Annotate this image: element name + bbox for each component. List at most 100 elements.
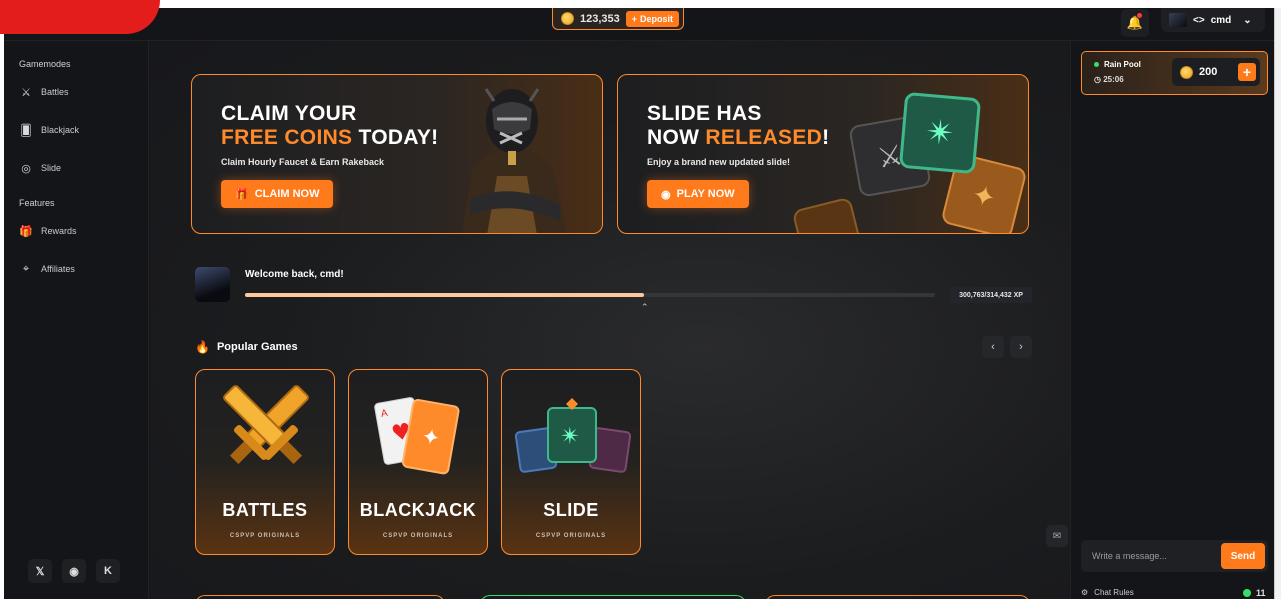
swords-icon: ⚔ [21, 86, 31, 99]
play-now-label: PLAY NOW [676, 188, 735, 200]
carousel-next-button[interactable]: › [1010, 336, 1032, 358]
crossed-swords-illustration [223, 385, 309, 465]
rain-pool-widget: Rain Pool ◷ 25:06 200 + [1081, 51, 1268, 95]
banner-title-line1: CLAIM YOUR [221, 102, 357, 125]
sidebar-item-affiliates[interactable]: ⌖ Affiliates [20, 263, 75, 275]
kick-icon: K [104, 565, 112, 577]
avatar [195, 267, 230, 302]
cards-icon: 🂠 [20, 124, 32, 137]
discord-icon: ◉ [69, 565, 79, 578]
balance-widget: 123,353 + Deposit [552, 8, 685, 30]
plus-icon: + [631, 13, 638, 24]
chat-message-input[interactable] [1081, 540, 1216, 572]
kick-social-button[interactable]: K [96, 559, 120, 583]
balance-amount: 123,353 [580, 12, 620, 25]
sidebar-item-label: Rewards [41, 226, 77, 236]
notification-dot [1137, 13, 1142, 18]
gift-icon: 🎁 [235, 188, 249, 201]
sidebar-item-label: Slide [41, 163, 62, 173]
sidebar: Gamemodes ⚔ Battles 🂠 Blackjack ◎ Slide … [4, 41, 149, 599]
game-name: BATTLES [222, 500, 308, 520]
xp-label: 300,763/314,432 XP [950, 287, 1032, 303]
claim-now-button[interactable]: 🎁 CLAIM NOW [221, 180, 334, 208]
game-name: SLIDE [543, 500, 599, 520]
online-count-value: 11 [1256, 588, 1266, 598]
popular-games-title: Popular Games [216, 341, 298, 353]
sidebar-item-label: Affiliates [41, 264, 75, 274]
banner-title-accent: RELEASED [705, 126, 823, 149]
popular-games-heading: 🔥 Popular Games [195, 340, 298, 354]
banner-subtitle: Claim Hourly Faucet & Earn Rakeback [221, 157, 385, 167]
rain-pool-title: Rain Pool [1094, 60, 1141, 69]
chevron-up-icon[interactable]: ⌃ [641, 302, 649, 313]
game-card-blackjack[interactable]: A ♥ ✦ BLACKJACK CSPVP ORIGINALS [348, 369, 488, 555]
carousel-prev-button[interactable]: ‹ [982, 336, 1004, 358]
banner-title-pre: NOW [647, 126, 706, 149]
fire-icon: 🔥 [195, 340, 210, 354]
banner-title: CLAIM YOUR FREE COINS TODAY! [221, 102, 438, 150]
sidebar-item-label: Battles [41, 87, 69, 97]
window-scrollbar[interactable] [1274, 8, 1281, 599]
playing-cards-illustration: A ♥ ✦ [374, 397, 460, 475]
claim-now-label: CLAIM NOW [254, 188, 320, 200]
banner-title-rest: ! [822, 126, 830, 149]
main-content: CLAIM YOUR FREE COINS TODAY! Claim Hourl… [150, 41, 1070, 599]
chat-rules-link[interactable]: ⚙ Chat Rules [1081, 588, 1134, 597]
coin-icon [1180, 65, 1193, 79]
welcome-panel: Welcome back, cmd! 300,763/314,432 XP [195, 267, 1033, 307]
free-coins-banner: CLAIM YOUR FREE COINS TODAY! Claim Hourl… [191, 74, 603, 234]
chat-input-box: Send [1081, 540, 1268, 572]
send-button[interactable]: Send [1221, 543, 1265, 569]
chevron-down-icon: ⌄ [1243, 14, 1252, 26]
decor-card [791, 196, 865, 233]
live-dot [1094, 62, 1099, 67]
sidebar-item-battles[interactable]: ⚔ Battles [20, 86, 69, 99]
rain-amount: 200 [1199, 66, 1218, 78]
avatar [1169, 13, 1187, 27]
banner-subtitle: Enjoy a brand new updated slide! [647, 157, 791, 167]
rain-amount-box: 200 + [1172, 58, 1260, 86]
chat-panel: Rain Pool ◷ 25:06 200 + Send ⚙ Chat Rule… [1070, 41, 1274, 599]
deposit-label: Deposit [640, 13, 674, 24]
sidebar-item-rewards[interactable]: 🎁 Rewards [19, 225, 77, 238]
banner-title: SLIDE HAS NOW RELEASED! [647, 102, 829, 150]
game-card-battles[interactable]: BATTLES CSPVP ORIGINALS [195, 369, 335, 555]
chat-toggle-button[interactable]: ✉ [1046, 525, 1068, 547]
game-name: BLACKJACK [359, 500, 477, 520]
chevron-right-icon: › [1019, 341, 1023, 353]
code-icon: <> [1193, 14, 1205, 26]
x-social-button[interactable]: 𝕏 [28, 559, 52, 583]
top-bar: 123,353 + Deposit 🔔 <> cmd ⌄ [4, 8, 1274, 41]
coin-icon [561, 12, 574, 25]
deposit-button[interactable]: + Deposit [625, 10, 680, 27]
sidebar-item-label: Blackjack [41, 125, 80, 135]
user-menu[interactable]: <> cmd ⌄ [1161, 8, 1265, 32]
rain-timer-value: 25:06 [1103, 75, 1124, 84]
clock-icon: ◷ [1094, 75, 1101, 84]
game-card-slide[interactable]: ✴ SLIDE CSPVP ORIGINALS [501, 369, 641, 555]
sidebar-section-features: Features [19, 198, 55, 208]
promo-card-peek [480, 595, 746, 599]
discord-social-button[interactable]: ◉ [62, 559, 86, 583]
sidebar-item-blackjack[interactable]: 🂠 Blackjack [20, 124, 80, 137]
xp-progress-fill [245, 293, 645, 297]
online-dot [1243, 589, 1251, 597]
game-subtitle: CSPVP ORIGINALS [535, 533, 607, 539]
username: cmd [1210, 14, 1232, 26]
sidebar-item-slide[interactable]: ◎ Slide [20, 162, 62, 175]
chat-rules-label: Chat Rules [1094, 588, 1134, 597]
promo-card-peek [765, 595, 1030, 599]
plus-icon: + [1242, 64, 1252, 80]
target-icon: ◎ [21, 162, 31, 175]
chevron-left-icon: ‹ [991, 341, 995, 353]
promo-card-peek [195, 595, 445, 599]
slide-cards-illustration: ✴ [514, 398, 632, 473]
x-icon: 𝕏 [35, 565, 45, 578]
notifications-button[interactable]: 🔔 [1121, 9, 1149, 37]
star-card: ✴ [898, 91, 982, 175]
play-now-button[interactable]: ◉ PLAY NOW [647, 180, 749, 208]
rain-pool-label: Rain Pool [1104, 60, 1141, 69]
rain-add-button[interactable]: + [1238, 63, 1256, 81]
gear-icon: ⚙ [1081, 588, 1089, 597]
redaction-mark [0, 0, 160, 34]
